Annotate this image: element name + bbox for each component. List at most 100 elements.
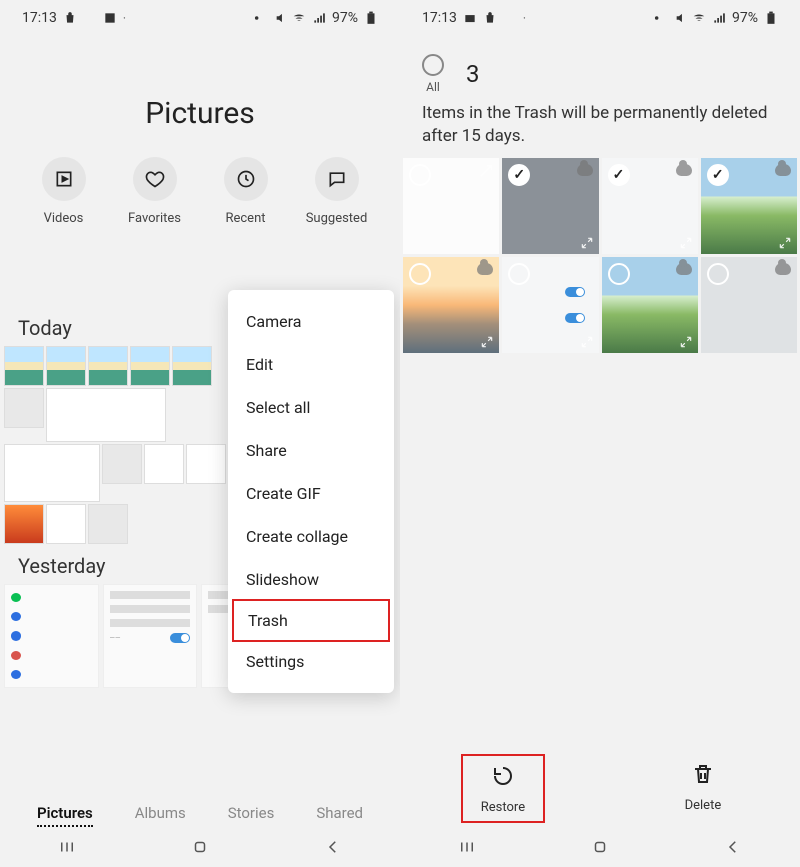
tab-shared[interactable]: Shared [316, 804, 363, 827]
check-circle-icon[interactable] [707, 263, 729, 285]
status-right: 97% [652, 10, 778, 26]
camera-icon [463, 11, 477, 25]
thumbnail[interactable] [4, 388, 44, 428]
today-thumbnails[interactable] [4, 346, 244, 544]
trash-item[interactable] [701, 257, 797, 353]
menu-settings[interactable]: Settings [228, 640, 394, 683]
status-left: 17:13 · [22, 10, 126, 26]
menu-camera[interactable]: Camera [228, 300, 394, 343]
category-recent[interactable]: Recent [206, 157, 286, 226]
phone-right-trash: 17:13 · 97% All 3 Items in the Trash wil… [400, 0, 800, 867]
category-favorites[interactable]: Favorites [115, 157, 195, 226]
thumbnail[interactable] [130, 346, 170, 386]
check-circle-icon[interactable] [409, 164, 431, 186]
mute-icon [272, 11, 286, 25]
thumbnail[interactable] [186, 444, 226, 484]
bottom-tabs: Pictures Albums Stories Shared [0, 804, 400, 827]
select-all-toggle[interactable]: All [422, 54, 444, 94]
menu-edit[interactable]: Edit [228, 343, 394, 386]
selected-count: 3 [466, 60, 480, 88]
category-label: Videos [44, 211, 84, 226]
thumbnail[interactable] [144, 444, 184, 484]
thumbnail[interactable] [4, 346, 44, 386]
trash-item[interactable] [502, 257, 598, 353]
thumbnail[interactable] [46, 346, 86, 386]
signal-icon [312, 11, 326, 25]
tab-pictures[interactable]: Pictures [37, 804, 93, 827]
clock-icon [224, 157, 268, 201]
trash-item[interactable] [502, 158, 598, 254]
cloud-icon [775, 263, 791, 275]
menu-create-gif[interactable]: Create GIF [228, 472, 394, 515]
trash-item[interactable] [701, 158, 797, 254]
thumbnail[interactable] [172, 346, 212, 386]
nav-bar [0, 831, 400, 867]
thumbnail[interactable] [4, 444, 100, 502]
signal-icon [712, 11, 726, 25]
tab-albums[interactable]: Albums [135, 804, 186, 827]
trash-item[interactable] [403, 257, 499, 353]
check-circle-icon[interactable] [608, 164, 630, 186]
trash-icon [691, 762, 715, 790]
check-circle-icon[interactable] [508, 164, 530, 186]
thumbnail[interactable] [4, 584, 99, 688]
check-circle-icon[interactable] [707, 164, 729, 186]
status-battery-text: 97% [732, 10, 758, 26]
restore-button[interactable]: Restore [461, 754, 545, 823]
category-label: Recent [225, 211, 265, 226]
nav-home-icon[interactable] [191, 838, 209, 860]
menu-trash[interactable]: Trash [232, 599, 390, 642]
category-videos[interactable]: Videos [24, 157, 104, 226]
thumbnail[interactable] [88, 346, 128, 386]
status-left: 17:13 · [422, 10, 526, 26]
chat-icon [315, 157, 359, 201]
thumbnail[interactable]: —— [103, 584, 198, 688]
category-suggested[interactable]: Suggested [297, 157, 377, 226]
page-title-area: Pictures [0, 96, 400, 131]
check-circle-icon[interactable] [508, 263, 530, 285]
menu-create-collage[interactable]: Create collage [228, 515, 394, 558]
trash-item[interactable] [602, 257, 698, 353]
nav-recent-icon[interactable] [58, 838, 76, 860]
cloud-icon [577, 164, 593, 176]
menu-share[interactable]: Share [228, 429, 394, 472]
tab-stories[interactable]: Stories [228, 804, 275, 827]
restore-icon [491, 764, 515, 792]
upload-icon [83, 11, 97, 25]
nav-back-icon[interactable] [724, 838, 742, 860]
vpn-icon [652, 11, 666, 25]
expand-icon [580, 334, 594, 348]
trash-info-message: Items in the Trash will be permanently d… [400, 102, 800, 158]
menu-select-all[interactable]: Select all [228, 386, 394, 429]
status-bar: 17:13 · 97% [400, 0, 800, 36]
nav-recent-icon[interactable] [458, 838, 476, 860]
thumbnail[interactable] [4, 504, 44, 544]
vpn-icon [252, 11, 266, 25]
status-bar: 17:13 · 97% [0, 0, 400, 36]
nav-back-icon[interactable] [324, 838, 342, 860]
selection-header: All 3 [400, 36, 800, 102]
image-icon [103, 11, 117, 25]
delete-button[interactable]: Delete [667, 754, 740, 823]
bottom-actions: Restore Delete [400, 754, 800, 823]
nav-home-icon[interactable] [591, 838, 609, 860]
cloud-icon [775, 164, 791, 176]
heart-icon [133, 157, 177, 201]
check-circle-icon[interactable] [608, 263, 630, 285]
thumbnail[interactable] [88, 504, 128, 544]
thumbnail[interactable] [46, 388, 166, 442]
menu-slideshow[interactable]: Slideshow [228, 558, 394, 601]
trash-item[interactable] [403, 158, 499, 254]
thumbnail[interactable] [102, 444, 142, 484]
expand-icon [679, 235, 693, 249]
cloud-icon [477, 263, 493, 275]
overflow-menu: Camera Edit Select all Share Create GIF … [228, 290, 394, 693]
check-circle-icon[interactable] [409, 263, 431, 285]
cloud-icon [676, 164, 692, 176]
status-right: 97% [252, 10, 378, 26]
play-icon [42, 157, 86, 201]
trash-item[interactable] [602, 158, 698, 254]
thumbnail[interactable] [46, 504, 86, 544]
page-title: Pictures [0, 96, 400, 131]
wifi-icon [292, 11, 306, 25]
